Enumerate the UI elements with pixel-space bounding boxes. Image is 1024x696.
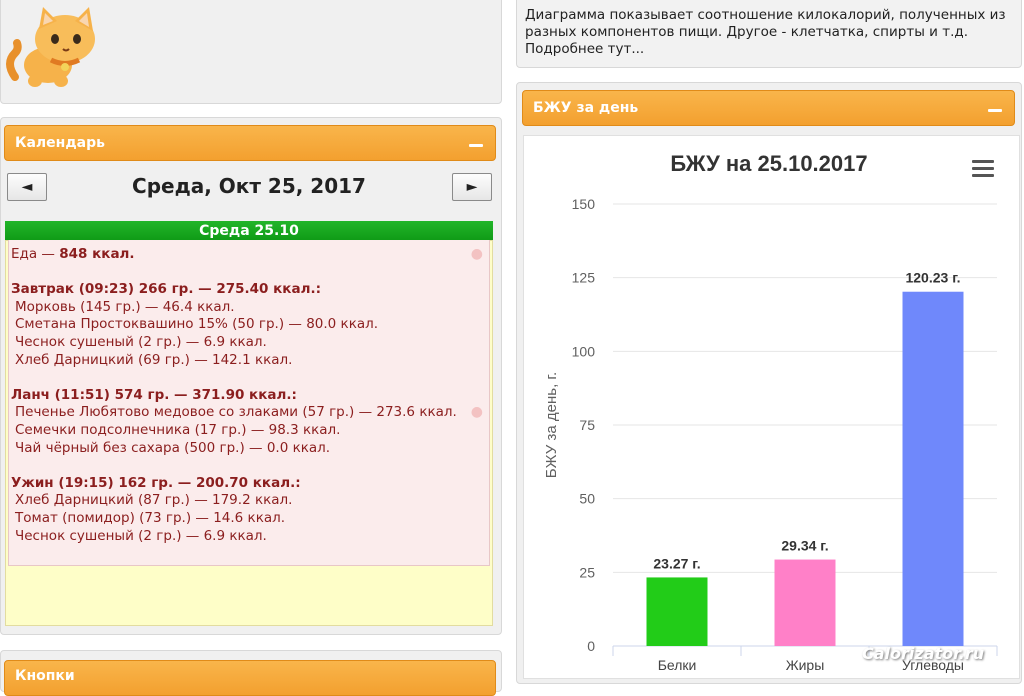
collapse-icon[interactable] [469,144,483,147]
meal-item: Сметана Простоквашино 15% (50 гр.) — 80.… [15,316,379,333]
info-more-link[interactable]: Подробнее тут... [525,41,1006,58]
chart-menu-icon-bar [972,167,994,170]
meal-item: Томат (помидор) (73 гр.) — 14.6 ккал. [15,509,286,526]
info-line: Диаграмма показывает соотношение килокал… [525,7,1006,23]
meal-item: Хлеб Дарницкий (69 гр.) — 142.1 ккал. [15,351,293,368]
calendar-date-title: Среда, Окт 25, 2017 [132,174,366,198]
meal-item: Морковь (145 гр.) — 46.4 ккал. [15,298,235,315]
meal-item: Чеснок сушеный (2 гр.) — 6.9 ккал. [15,527,267,544]
right-arrow-icon: ► [466,179,478,195]
cat-mascot-icon [6,7,95,87]
info-text: Диаграмма показывает соотношение килокал… [525,7,1006,58]
hand-pointer-icon[interactable]: ● [471,404,483,422]
next-day-button[interactable]: ► [452,173,492,201]
bottom-panel-title: Кнопки [15,668,75,684]
bottom-panel-header[interactable]: Кнопки [4,660,496,696]
food-list: Еда — 848 ккал. Завтрак (09:23) 266 гр. … [8,240,490,566]
meal-item: Хлеб Дарницкий (87 гр.) — 179.2 ккал. [15,492,293,509]
chart-menu-icon[interactable] [972,160,994,163]
left-arrow-icon: ◄ [21,179,33,195]
food-total: Еда — 848 ккал. [11,246,489,264]
meal-header-breakfast: Завтрак (09:23) 266 гр. — 275.40 ккал.: [11,281,321,298]
prev-day-button[interactable]: ◄ [7,173,47,201]
food-total-value: 848 ккал. [59,246,135,262]
chart-area [523,135,1020,679]
bju-header-title: БЖУ за день [533,100,639,116]
hand-pointer-icon[interactable]: ● [471,246,483,264]
meal-item: Чай чёрный без сахара (500 гр.) — 0.0 кк… [15,439,331,456]
meal-header-lunch: Ланч (11:51) 574 гр. — 371.90 ккал.: [11,386,297,403]
meal-item: Чеснок сушеный (2 гр.) — 6.9 ккал. [15,333,267,350]
day-bar[interactable]: Среда 25.10 [5,221,493,241]
food-total-label: Еда — [11,246,60,262]
info-panel: Диаграмма показывает соотношение килокал… [516,0,1022,68]
bju-header[interactable]: БЖУ за день [522,90,1015,126]
calendar-header[interactable]: Календарь [4,125,496,161]
top-left-panel [0,0,502,104]
chart-menu-icon-bar [972,174,994,177]
meal-item: Семечки подсолнечника (17 гр.) — 98.3 кк… [15,421,341,438]
watermark: Calorizator.ru [862,644,985,663]
calendar-header-title: Календарь [15,135,105,151]
meal-item: Печенье Любятово медовое со злаками (57 … [15,404,457,421]
info-line: разных компонентов пищи. Другое - клетча… [525,24,969,40]
meal-header-dinner: Ужин (19:15) 162 гр. — 200.70 ккал.: [11,474,301,491]
collapse-icon[interactable] [988,109,1002,112]
